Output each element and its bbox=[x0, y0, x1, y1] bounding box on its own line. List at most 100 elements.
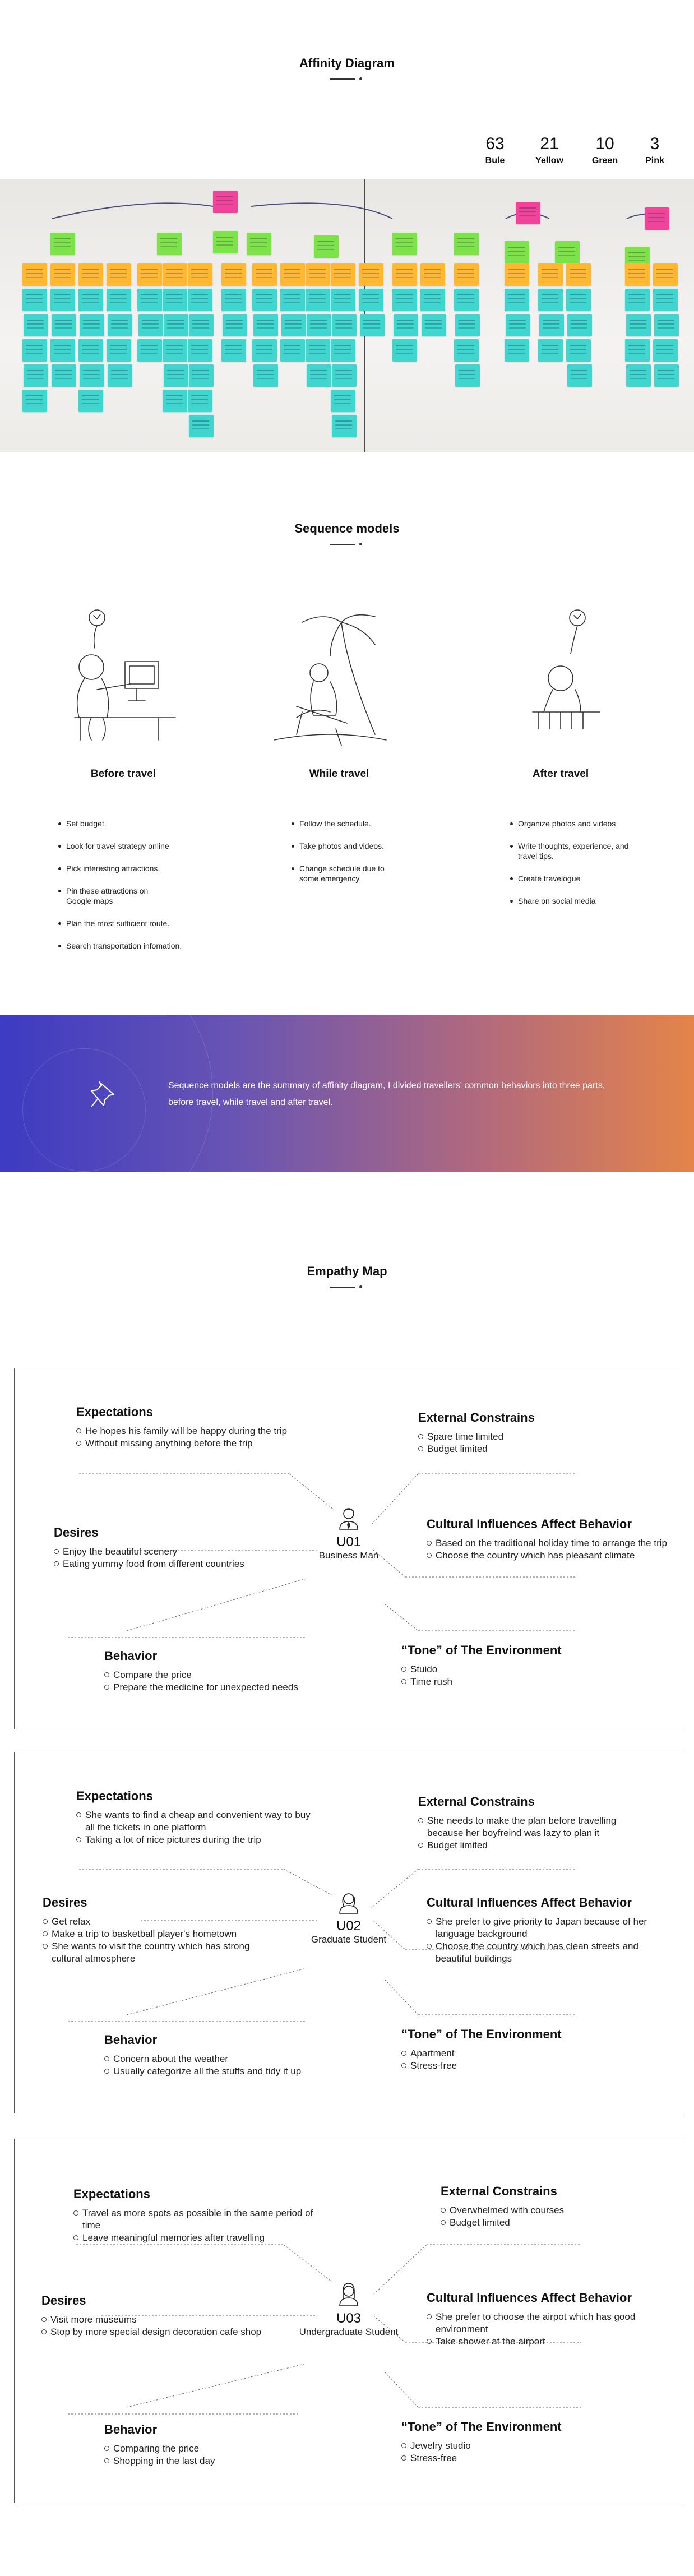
blue-sticky-note bbox=[253, 314, 278, 336]
blue-sticky-note bbox=[625, 339, 650, 362]
count-green: 10 Green bbox=[585, 135, 624, 166]
blue-sticky-note bbox=[454, 339, 479, 362]
cultural-block: Cultural Influences Affect Behavior Base… bbox=[427, 1517, 673, 1562]
persona-role: Business Man bbox=[318, 1550, 379, 1561]
count-pink-number: 3 bbox=[650, 135, 660, 153]
blue-sticky-note bbox=[253, 364, 278, 387]
blue-sticky-note bbox=[163, 390, 187, 412]
blue-sticky-note bbox=[359, 289, 383, 311]
blue-sticky-note bbox=[137, 339, 162, 362]
blue-sticky-note bbox=[108, 314, 132, 336]
empathy-title: Empathy Map bbox=[307, 1264, 387, 1278]
graduate-student-avatar-icon bbox=[339, 1893, 358, 1914]
yellow-sticky-note bbox=[653, 263, 678, 286]
undergraduate-student-avatar-icon bbox=[339, 2283, 358, 2306]
yellow-sticky-note bbox=[221, 263, 246, 286]
green-sticky-note bbox=[247, 233, 271, 255]
green-sticky-note bbox=[505, 241, 529, 263]
blue-sticky-note bbox=[506, 314, 530, 336]
blue-sticky-note bbox=[538, 339, 563, 362]
list-item: Budget limited bbox=[418, 1443, 535, 1455]
list-item: Follow the schedule. bbox=[290, 818, 459, 829]
blue-sticky-note bbox=[24, 314, 48, 336]
list-item: Leave meaningful memories after travelli… bbox=[73, 2232, 320, 2244]
cultural-title: Cultural Influences Affect Behavior bbox=[427, 1517, 632, 1531]
yellow-sticky-note bbox=[22, 263, 47, 286]
constraints-block: External Constrains Overwhelmed with cou… bbox=[441, 2184, 564, 2229]
blue-sticky-note bbox=[189, 314, 214, 336]
yellow-sticky-note bbox=[625, 263, 650, 286]
green-sticky-note bbox=[555, 241, 580, 263]
expectations-block: Expectations Travel as more spots as pos… bbox=[73, 2187, 320, 2244]
list-item: Get relax bbox=[43, 1916, 267, 1928]
persona-code: U03 bbox=[336, 2311, 362, 2326]
persona-u01: U01 Business Man bbox=[298, 1506, 399, 1561]
blue-sticky-note bbox=[332, 415, 357, 437]
blue-sticky-note bbox=[567, 364, 592, 387]
list-item: Organize photos and videos bbox=[509, 818, 677, 829]
count-green-number: 10 bbox=[595, 135, 614, 153]
blue-sticky-note bbox=[50, 289, 75, 311]
phase-title-before: Before travel bbox=[90, 768, 156, 780]
list-item: Taking a lot of nice pictures during the… bbox=[76, 1834, 312, 1846]
blue-sticky-note bbox=[626, 364, 651, 387]
list-item: Write thoughts, experience, and travel t… bbox=[509, 841, 638, 861]
list-item: She prefer to give priority to Japan bec… bbox=[427, 1916, 673, 1940]
count-blue-number: 63 bbox=[485, 135, 505, 153]
banner-text: Sequence models are the summary of affin… bbox=[168, 1081, 605, 1107]
persona-u02: U02 Graduate Student bbox=[298, 1890, 399, 1945]
persona-code: U02 bbox=[336, 1918, 362, 1934]
sequence-title-rule bbox=[330, 543, 364, 545]
yellow-sticky-note bbox=[188, 263, 212, 286]
yellow-sticky-note bbox=[331, 263, 355, 286]
list-item: Overwhelmed with courses bbox=[441, 2204, 564, 2217]
blue-sticky-note bbox=[221, 289, 246, 311]
while-travel-list: Follow the schedule. Take photos and vid… bbox=[290, 818, 459, 896]
pink-sticky-note bbox=[645, 207, 669, 230]
blue-sticky-note bbox=[223, 314, 247, 336]
desires-title: Desires bbox=[54, 1525, 99, 1539]
blue-sticky-note bbox=[505, 289, 529, 311]
yellow-sticky-note bbox=[566, 263, 591, 286]
tone-title: “Tone” of The Environment bbox=[401, 2420, 562, 2434]
blue-sticky-note bbox=[80, 364, 104, 387]
desires-block: Desires Get relax Make a trip to basketba… bbox=[43, 1895, 267, 1965]
blue-sticky-note bbox=[78, 390, 103, 412]
list-item: Take shower at the airport bbox=[427, 2335, 668, 2348]
count-green-label: Green bbox=[591, 156, 618, 165]
affinity-title: Affinity Diagram bbox=[299, 56, 395, 70]
blue-sticky-note bbox=[22, 390, 47, 412]
count-yellow: 21 Yellow bbox=[530, 135, 569, 166]
list-item: Stress-free bbox=[401, 2060, 562, 2072]
empathy-title-rule bbox=[330, 1285, 364, 1288]
yellow-sticky-note bbox=[78, 263, 103, 286]
blue-sticky-note bbox=[306, 339, 330, 362]
expectations-block: Expectations She wants to find a cheap a… bbox=[76, 1789, 312, 1846]
green-sticky-note bbox=[314, 235, 339, 258]
business-man-avatar-icon bbox=[339, 1508, 358, 1530]
list-item: Pick interesting attractions. bbox=[57, 863, 225, 873]
affinity-board-photo bbox=[0, 179, 694, 452]
phase-title-while: While travel bbox=[309, 768, 369, 780]
blue-sticky-note bbox=[392, 339, 417, 362]
blue-sticky-note bbox=[454, 289, 479, 311]
yellow-sticky-note bbox=[280, 263, 305, 286]
blue-sticky-note bbox=[78, 289, 103, 311]
blue-sticky-note bbox=[221, 339, 246, 362]
empathy-map-u01: Expectations He hopes his family will be… bbox=[14, 1368, 682, 1729]
list-item: She wants to visit the country which has… bbox=[43, 1940, 267, 1965]
list-item: Make a trip to basketball player's homet… bbox=[43, 1928, 267, 1940]
constraints-title: External Constrains bbox=[441, 2184, 557, 2198]
expectations-title: Expectations bbox=[73, 2187, 150, 2201]
desires-block: Desires Visit more museums Stop by more s… bbox=[41, 2293, 261, 2338]
blue-sticky-note bbox=[566, 289, 591, 311]
persona-u03: U03 Undergraduate Student bbox=[298, 2282, 399, 2338]
list-item: Stuido bbox=[401, 1663, 562, 1676]
blue-sticky-note bbox=[653, 289, 678, 311]
blue-sticky-note bbox=[307, 314, 331, 336]
cultural-title: Cultural Influences Affect Behavior bbox=[427, 1895, 632, 1909]
green-sticky-note bbox=[157, 233, 182, 255]
constraints-title: External Constrains bbox=[418, 1795, 535, 1809]
list-item: Compare the price bbox=[104, 1669, 298, 1681]
yellow-sticky-note bbox=[359, 263, 383, 286]
